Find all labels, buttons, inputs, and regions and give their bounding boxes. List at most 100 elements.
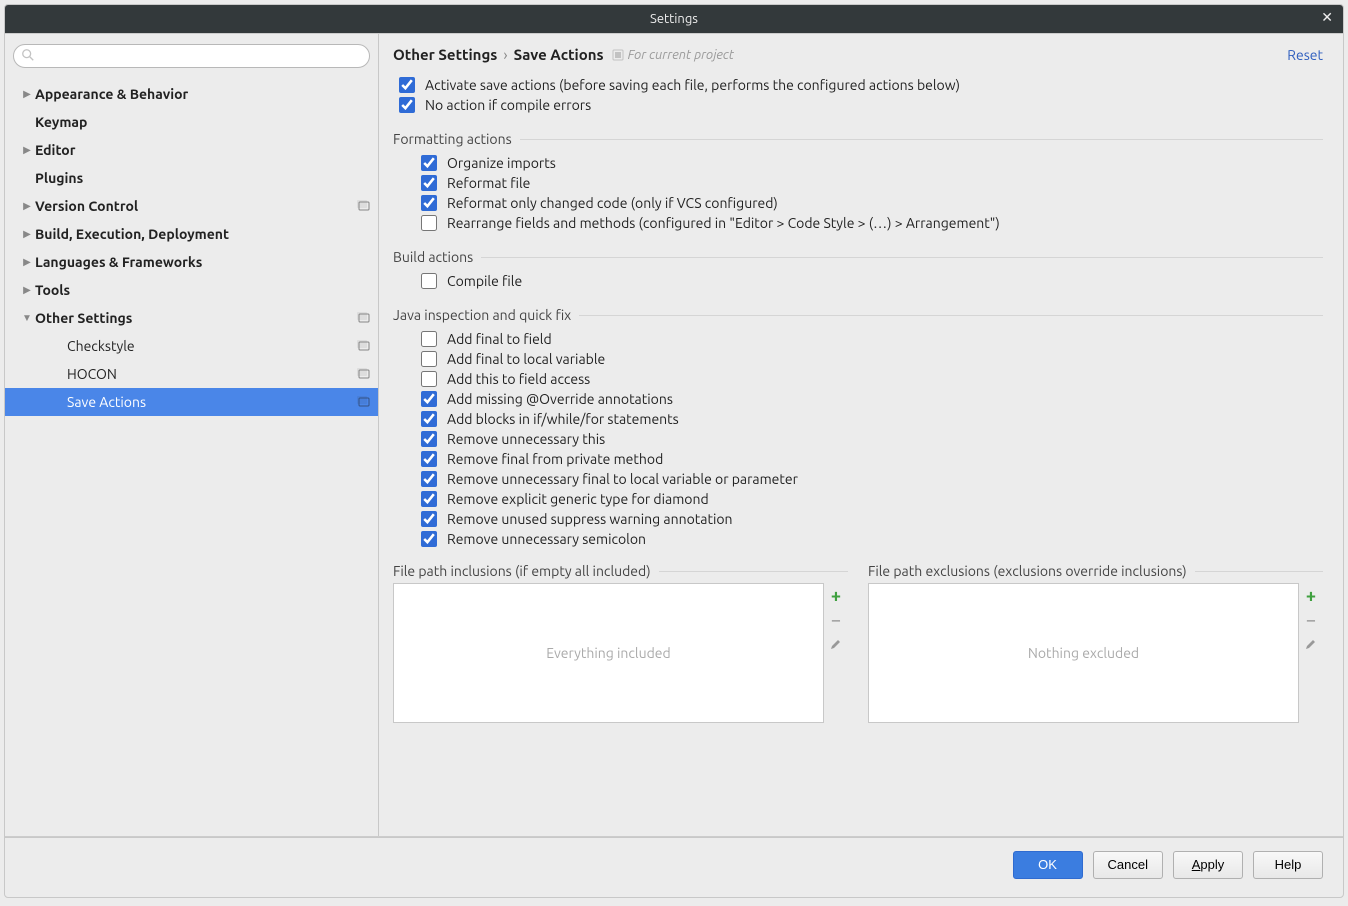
tree-item-label: Tools (35, 282, 370, 298)
java-option-label: Remove unnecessary semicolon (447, 531, 646, 547)
general-option-label: No action if compile errors (425, 97, 591, 113)
expand-arrow-icon[interactable]: ▶ (21, 200, 33, 212)
java-option-row: Remove unnecessary this (421, 431, 1323, 447)
breadcrumb-current: Save Actions (514, 46, 604, 63)
java-option-checkbox[interactable] (421, 431, 437, 447)
java-option-label: Remove explicit generic type for diamond (447, 491, 709, 507)
apply-button[interactable]: Apply (1173, 851, 1243, 879)
reset-link[interactable]: Reset (1287, 47, 1323, 63)
java-option-checkbox[interactable] (421, 511, 437, 527)
search-icon (21, 48, 35, 62)
tree-item-plugins[interactable]: Plugins (5, 164, 378, 192)
build-option-checkbox[interactable] (421, 273, 437, 289)
inclusions-list[interactable]: Everything included (393, 583, 824, 723)
tree-item-hocon[interactable]: HOCON (5, 360, 378, 388)
scope-label: For current project (628, 48, 734, 62)
breadcrumb-parent: Other Settings (393, 46, 497, 63)
java-option-row: Add this to field access (421, 371, 1323, 387)
project-badge-icon (356, 338, 370, 355)
tree-item-label: Save Actions (67, 394, 356, 410)
formatting-option-row: Reformat file (421, 175, 1323, 191)
titlebar: Settings ✕ (5, 5, 1343, 33)
exclusions-list[interactable]: Nothing excluded (868, 583, 1299, 723)
tree-item-build-execution-deployment[interactable]: ▶Build, Execution, Deployment (5, 220, 378, 248)
inclusions-add-icon[interactable]: + (827, 587, 845, 605)
expand-arrow-icon[interactable]: ▶ (21, 88, 33, 100)
tree-item-editor[interactable]: ▶Editor (5, 136, 378, 164)
project-scope-icon (612, 49, 624, 61)
ok-button[interactable]: OK (1013, 851, 1083, 879)
java-option-checkbox[interactable] (421, 391, 437, 407)
section-build: Build actions (393, 249, 1323, 265)
footer: OK Cancel Apply Help (5, 837, 1343, 891)
section-java: Java inspection and quick fix (393, 307, 1323, 323)
tree-item-other-settings[interactable]: ▼Other Settings (5, 304, 378, 332)
formatting-option-row: Organize imports (421, 155, 1323, 171)
sidebar: ▶Appearance & BehaviorKeymap▶EditorPlugi… (5, 34, 379, 836)
exclusions-add-icon[interactable]: + (1302, 587, 1320, 605)
search-input[interactable] (13, 44, 370, 68)
java-option-row: Remove final from private method (421, 451, 1323, 467)
general-option-row: No action if compile errors (399, 97, 1323, 113)
settings-tree: ▶Appearance & BehaviorKeymap▶EditorPlugi… (5, 78, 378, 836)
expand-arrow-icon[interactable]: ▶ (21, 144, 33, 156)
general-option-checkbox[interactable] (399, 77, 415, 93)
general-option-row: Activate save actions (before saving eac… (399, 77, 1323, 93)
inclusions-edit-icon (827, 635, 845, 653)
tree-item-label: Plugins (35, 170, 370, 186)
java-option-row: Add final to field (421, 331, 1323, 347)
tree-item-appearance-behavior[interactable]: ▶Appearance & Behavior (5, 80, 378, 108)
formatting-option-checkbox[interactable] (421, 175, 437, 191)
window-title: Settings (650, 12, 698, 26)
formatting-option-checkbox[interactable] (421, 155, 437, 171)
tree-item-version-control[interactable]: ▶Version Control (5, 192, 378, 220)
java-option-checkbox[interactable] (421, 531, 437, 547)
java-option-checkbox[interactable] (421, 471, 437, 487)
expand-arrow-icon[interactable]: ▼ (21, 312, 33, 324)
expand-arrow-icon[interactable]: ▶ (21, 256, 33, 268)
tree-item-languages-frameworks[interactable]: ▶Languages & Frameworks (5, 248, 378, 276)
tree-item-label: Editor (35, 142, 370, 158)
java-option-label: Remove final from private method (447, 451, 663, 467)
formatting-option-row: Rearrange fields and methods (configured… (421, 215, 1323, 231)
exclusions-edit-icon (1302, 635, 1320, 653)
java-option-label: Add missing @Override annotations (447, 391, 673, 407)
section-formatting: Formatting actions (393, 131, 1323, 147)
tree-item-label: Build, Execution, Deployment (35, 226, 370, 242)
java-option-row: Remove explicit generic type for diamond (421, 491, 1323, 507)
java-option-label: Add this to field access (447, 371, 590, 387)
build-option-row: Compile file (421, 273, 1323, 289)
formatting-option-checkbox[interactable] (421, 215, 437, 231)
java-option-label: Add final to field (447, 331, 552, 347)
java-option-checkbox[interactable] (421, 371, 437, 387)
java-option-label: Remove unnecessary this (447, 431, 605, 447)
project-badge-icon (356, 366, 370, 383)
tree-item-keymap[interactable]: Keymap (5, 108, 378, 136)
close-icon[interactable]: ✕ (1321, 9, 1333, 26)
tree-item-tools[interactable]: ▶Tools (5, 276, 378, 304)
java-option-checkbox[interactable] (421, 491, 437, 507)
java-option-checkbox[interactable] (421, 331, 437, 347)
java-option-label: Remove unnecessary final to local variab… (447, 471, 798, 487)
build-option-label: Compile file (447, 273, 522, 289)
content-panel: Other Settings › Save Actions For curren… (379, 34, 1343, 836)
inclusions-remove-icon: − (827, 611, 845, 629)
general-option-checkbox[interactable] (399, 97, 415, 113)
tree-item-checkstyle[interactable]: Checkstyle (5, 332, 378, 360)
java-option-row: Add blocks in if/while/for statements (421, 411, 1323, 427)
java-option-label: Add final to local variable (447, 351, 605, 367)
expand-arrow-icon[interactable]: ▶ (21, 284, 33, 296)
formatting-option-checkbox[interactable] (421, 195, 437, 211)
java-option-checkbox[interactable] (421, 451, 437, 467)
java-option-row: Add missing @Override annotations (421, 391, 1323, 407)
java-option-row: Remove unnecessary final to local variab… (421, 471, 1323, 487)
tree-item-save-actions[interactable]: Save Actions (5, 388, 378, 416)
expand-arrow-icon[interactable]: ▶ (21, 228, 33, 240)
cancel-button[interactable]: Cancel (1093, 851, 1163, 879)
java-option-checkbox[interactable] (421, 411, 437, 427)
breadcrumb-separator: › (503, 46, 507, 63)
java-option-checkbox[interactable] (421, 351, 437, 367)
exclusions-remove-icon: − (1302, 611, 1320, 629)
help-button[interactable]: Help (1253, 851, 1323, 879)
tree-item-label: Keymap (35, 114, 370, 130)
